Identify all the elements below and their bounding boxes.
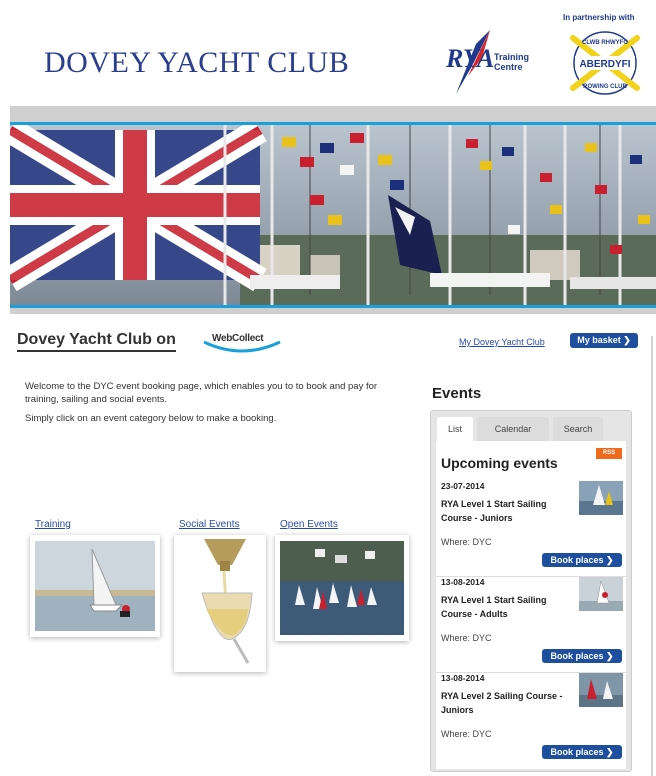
my-basket-button[interactable]: My basket ❯ (570, 333, 638, 348)
event-name[interactable]: RYA Level 2 Sailing Course - Juniors (441, 689, 569, 717)
book-places-button[interactable]: Book places ❯ (542, 553, 622, 567)
welcome-line-1: Welcome to the DYC event booking page, w… (25, 381, 378, 405)
webcollect-heading: Dovey Yacht Club on (17, 331, 176, 352)
category-card-training[interactable] (30, 535, 160, 637)
tab-calendar[interactable]: Calendar (477, 417, 549, 441)
aberdyfi-rowing-club-logo: CLWB RHWYFO ABERDYFI ROWING CLUB (567, 28, 643, 98)
social-events-photo (174, 535, 266, 672)
aberdyfi-main-text: ABERDYFI (579, 59, 630, 70)
aberdyfi-bottom-text: ROWING CLUB (583, 84, 627, 90)
open-events-photo (280, 541, 404, 635)
event-date: 13-08-2014 (441, 673, 485, 683)
event-item: 13-08-2014 RYA Level 2 Sailing Course - … (436, 673, 626, 769)
rss-feed-icon[interactable]: RSS (596, 448, 622, 459)
page-header: DOVEY YACHT CLUB RYA Training Centre In … (0, 0, 656, 108)
rya-mark: RYA (446, 44, 495, 73)
events-title: Events (432, 385, 482, 402)
training-photo (35, 541, 155, 631)
events-panel: List Calendar Search Upcoming events RSS… (430, 410, 632, 772)
event-thumbnail (579, 481, 623, 515)
category-link-social-events[interactable]: Social Events (179, 519, 240, 530)
tab-list[interactable]: List (437, 417, 473, 441)
event-item: 13-08-2014 RYA Level 1 Start Sailing Cou… (436, 577, 626, 673)
rya-training-centre-logo: RYA Training Centre (446, 26, 546, 96)
welcome-line-2: Simply click on an event category below … (25, 413, 277, 424)
event-item: 23-07-2014 RYA Level 1 Start Sailing Cou… (436, 481, 626, 577)
club-title: DOVEY YACHT CLUB (44, 46, 350, 79)
rya-subtitle: Training Centre (494, 52, 529, 72)
category-card-open-events[interactable] (275, 535, 409, 641)
event-thumbnail (579, 673, 623, 707)
event-date: 13-08-2014 (441, 577, 485, 587)
my-dovey-yacht-club-link[interactable]: My Dovey Yacht Club (459, 337, 545, 347)
event-location: Where: DYC (441, 537, 492, 547)
event-location: Where: DYC (441, 729, 492, 739)
webcollect-logo-text: WebCollect (212, 333, 264, 344)
banner-image (10, 122, 656, 308)
event-date: 23-07-2014 (441, 481, 485, 491)
event-name[interactable]: RYA Level 1 Start Sailing Course - Adult… (441, 593, 569, 621)
event-thumbnail (579, 577, 623, 611)
upcoming-events-heading: Upcoming events (441, 455, 558, 471)
tab-search[interactable]: Search (553, 417, 603, 441)
event-location: Where: DYC (441, 633, 492, 643)
book-places-button[interactable]: Book places ❯ (542, 649, 622, 663)
page-scrollbar[interactable] (651, 336, 653, 776)
book-places-button[interactable]: Book places ❯ (542, 745, 622, 759)
aberdyfi-top-text: CLWB RHWYFO (582, 40, 628, 46)
welcome-text: Welcome to the DYC event booking page, w… (25, 380, 405, 431)
event-name[interactable]: RYA Level 1 Start Sailing Course - Junio… (441, 497, 569, 525)
rya-sub-line2: Centre (494, 62, 523, 72)
category-link-open-events[interactable]: Open Events (280, 519, 338, 530)
rya-sub-line1: Training (494, 52, 530, 62)
events-list: Upcoming events RSS 23-07-2014 RYA Level… (436, 441, 626, 769)
category-link-training[interactable]: Training (35, 519, 71, 530)
category-card-social-events[interactable] (174, 535, 266, 672)
partner-text: In partnership with (563, 13, 635, 22)
